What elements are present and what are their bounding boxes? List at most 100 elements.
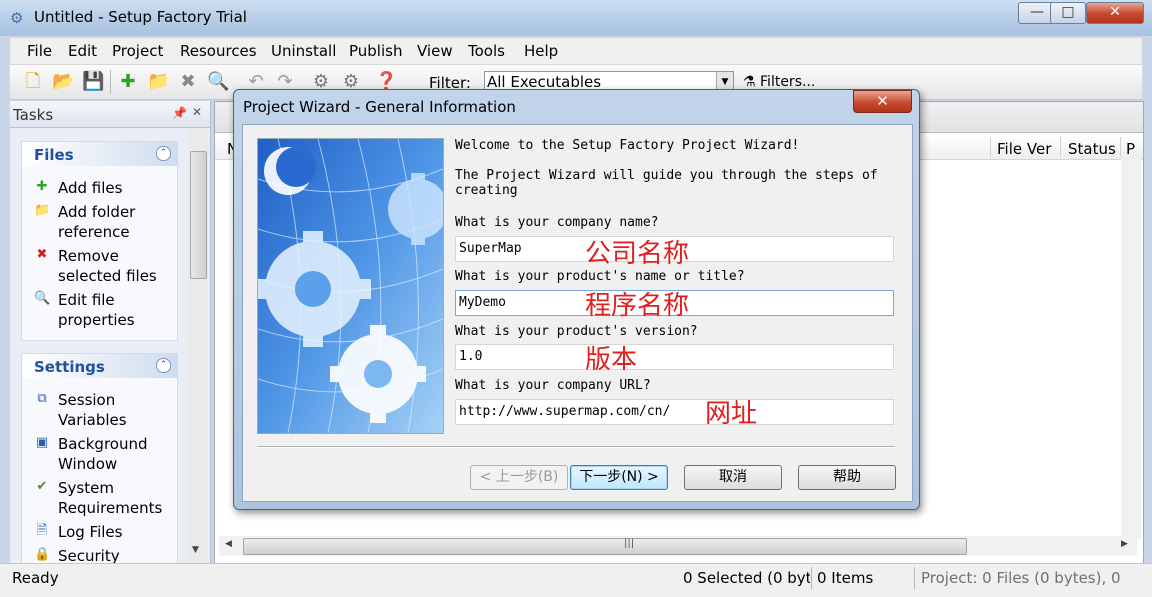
column-p[interactable]: P bbox=[1126, 140, 1135, 158]
help-button[interactable]: 帮助 bbox=[798, 465, 896, 490]
filters-button-label: Filters... bbox=[760, 74, 816, 90]
maximize-icon: □ bbox=[1061, 4, 1075, 20]
status-items: 0 Items bbox=[817, 569, 874, 587]
menu-tools[interactable]: Tools bbox=[468, 42, 505, 60]
search-icon[interactable]: 🔍 bbox=[207, 71, 229, 93]
list-horizontal-scroll-thumb[interactable]: ||| bbox=[243, 538, 967, 555]
status-ready: Ready bbox=[12, 569, 59, 587]
menu-bar: File Edit Project Resources Uninstall Pu… bbox=[10, 38, 1142, 65]
filter-icon: ⚗ bbox=[743, 74, 761, 90]
status-separator bbox=[914, 567, 915, 589]
welcome-text: Welcome to the Setup Factory Project Wiz… bbox=[455, 138, 800, 153]
minimize-icon: — bbox=[1030, 4, 1044, 20]
remove-icon[interactable]: ✖ bbox=[177, 71, 199, 93]
project-wizard-dialog: Project Wizard - General Information ✕ W… bbox=[233, 89, 920, 510]
task-label: Log Files bbox=[58, 523, 123, 541]
task-label: Remove selected files bbox=[58, 247, 157, 285]
files-group-header[interactable]: Files ⌃ bbox=[22, 142, 177, 166]
scroll-left-icon[interactable]: ◀ bbox=[225, 539, 232, 549]
scroll-right-icon[interactable]: ▶ bbox=[1121, 539, 1128, 549]
status-bar: Ready 0 Selected (0 byte 0 Items Project… bbox=[0, 563, 1152, 597]
task-label: Add folder reference bbox=[58, 203, 136, 241]
gears-icon bbox=[258, 139, 443, 433]
collapse-icon[interactable]: ⌃ bbox=[156, 146, 171, 161]
menu-project[interactable]: Project bbox=[112, 42, 163, 60]
dialog-close-button[interactable]: ✕ bbox=[853, 90, 912, 113]
company-url-label: What is your company URL? bbox=[455, 378, 651, 393]
tasks-panel: Tasks 📌 ✕ Files ⌃ ✚ Add files 📁 Add fold… bbox=[10, 101, 211, 567]
product-name-label: What is your product's name or title? bbox=[455, 269, 745, 284]
list-horizontal-scrollbar[interactable]: ◀ ||| ▶ bbox=[219, 536, 1137, 556]
remove-icon: ✖ bbox=[36, 247, 48, 262]
menu-edit[interactable]: Edit bbox=[68, 42, 97, 60]
tasks-header: Tasks 📌 ✕ bbox=[10, 101, 210, 128]
next-button[interactable]: 下一步(N) > bbox=[570, 465, 668, 490]
column-status[interactable]: Status bbox=[1068, 140, 1116, 158]
collapse-icon[interactable]: ⌃ bbox=[156, 358, 171, 373]
scroll-down-icon[interactable]: ▼ bbox=[192, 545, 199, 555]
search-icon: 🔍 bbox=[34, 291, 51, 306]
log-icon: 🗎 bbox=[36, 523, 48, 538]
list-vertical-scrollbar[interactable] bbox=[1121, 159, 1141, 539]
column-separator bbox=[1120, 137, 1121, 157]
dialog-body: Welcome to the Setup Factory Project Wiz… bbox=[242, 124, 913, 502]
new-icon[interactable]: 🗋 bbox=[22, 71, 44, 93]
add-file-icon[interactable]: ✚ bbox=[117, 71, 139, 93]
dialog-divider bbox=[257, 446, 895, 448]
close-icon[interactable]: ✕ bbox=[192, 105, 202, 119]
company-name-value: SuperMap bbox=[459, 241, 522, 256]
menu-uninstall[interactable]: Uninstall bbox=[271, 42, 336, 60]
column-file-ver[interactable]: File Ver bbox=[997, 140, 1051, 158]
close-button[interactable]: ✕ bbox=[1086, 2, 1144, 24]
intro-text-line1: The Project Wizard will guide you throug… bbox=[455, 168, 878, 183]
app-gear-icon: ⚙ bbox=[10, 9, 24, 27]
tasks-scroll-thumb[interactable] bbox=[190, 151, 207, 279]
column-separator bbox=[990, 137, 991, 157]
title-bar[interactable]: ⚙ Untitled - Setup Factory Trial — □ ✕ bbox=[0, 0, 1152, 36]
menu-view[interactable]: View bbox=[417, 42, 453, 60]
files-group: Files ⌃ ✚ Add files 📁 Add folder referen… bbox=[21, 141, 178, 341]
maximize-button[interactable]: □ bbox=[1050, 2, 1086, 24]
company-url-field[interactable]: http://www.supermap.com/cn/ bbox=[455, 399, 894, 425]
tasks-title: Tasks bbox=[13, 106, 54, 124]
task-label: Edit file properties bbox=[58, 291, 135, 329]
grip-icon: ||| bbox=[624, 538, 635, 549]
toolbar-separator bbox=[110, 70, 111, 94]
wizard-gears-image bbox=[257, 138, 444, 434]
menu-publish[interactable]: Publish bbox=[349, 42, 402, 60]
status-project: Project: 0 Files (0 bytes), 0 I bbox=[921, 569, 1121, 587]
back-button[interactable]: < 上一步(B) bbox=[470, 465, 568, 490]
menu-file[interactable]: File bbox=[27, 42, 52, 60]
intro-text-line2: creating bbox=[455, 183, 518, 198]
settings-group: Settings ⌃ ⧉ Session Variables ▣ Backgro… bbox=[21, 353, 178, 567]
company-url-annotation: 网址 bbox=[705, 399, 758, 429]
window-title: Untitled - Setup Factory Trial bbox=[34, 8, 247, 26]
product-version-field[interactable]: 1.0 bbox=[455, 344, 894, 370]
company-url-value: http://www.supermap.com/cn/ bbox=[459, 404, 671, 419]
window-icon: ▣ bbox=[35, 435, 49, 450]
add-icon: ✚ bbox=[36, 179, 48, 194]
settings-group-header[interactable]: Settings ⌃ bbox=[22, 354, 177, 378]
menu-help[interactable]: Help bbox=[524, 42, 558, 60]
tasks-scrollbar[interactable]: ▼ bbox=[188, 129, 208, 561]
status-separator bbox=[811, 567, 812, 589]
close-icon: ✕ bbox=[876, 92, 889, 110]
add-folder-icon[interactable]: 📁 bbox=[147, 71, 169, 93]
task-label: Background Window bbox=[58, 435, 148, 473]
folder-add-icon: 📁 bbox=[34, 203, 51, 218]
open-folder-icon[interactable]: 📂 bbox=[52, 71, 74, 93]
dialog-title: Project Wizard - General Information bbox=[243, 98, 516, 116]
status-selected: 0 Selected (0 byte bbox=[683, 569, 810, 587]
company-name-annotation: 公司名称 bbox=[585, 239, 690, 269]
filters-button[interactable]: ⚗ Filters... bbox=[743, 74, 815, 90]
pin-icon[interactable]: 📌 bbox=[172, 106, 187, 120]
cancel-button[interactable]: 取消 bbox=[684, 465, 782, 490]
save-icon[interactable]: 💾 bbox=[82, 71, 104, 93]
menu-resources[interactable]: Resources bbox=[180, 42, 257, 60]
product-version-value: 1.0 bbox=[459, 349, 483, 364]
task-label: Add files bbox=[58, 179, 123, 197]
task-label: System Requirements bbox=[58, 479, 163, 517]
product-name-value: MyDemo bbox=[459, 295, 506, 310]
variables-icon: ⧉ bbox=[37, 391, 47, 406]
column-separator bbox=[1060, 137, 1061, 157]
